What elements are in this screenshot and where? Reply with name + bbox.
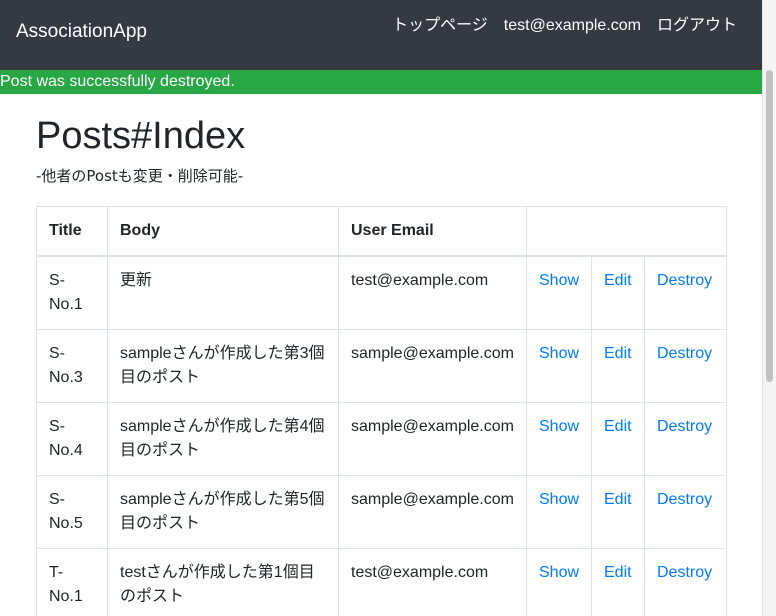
show-link[interactable]: Show: [539, 272, 579, 289]
edit-link[interactable]: Edit: [604, 564, 632, 581]
nav-link-logout[interactable]: ログアウト: [657, 14, 737, 38]
column-header-user-email: User Email: [338, 206, 527, 257]
cell-title: S- No.3: [36, 329, 108, 403]
cell-action-edit: Edit: [591, 475, 645, 549]
show-link[interactable]: Show: [539, 491, 579, 508]
cell-action-destroy: Destroy: [643, 402, 728, 476]
destroy-link[interactable]: Destroy: [657, 272, 712, 289]
cell-title: T- No.1: [36, 548, 108, 616]
edit-link[interactable]: Edit: [604, 272, 632, 289]
edit-link[interactable]: Edit: [604, 418, 632, 435]
nav-link-top-page[interactable]: トップページ: [392, 14, 488, 38]
edit-link[interactable]: Edit: [604, 345, 632, 362]
table-row: S- No.3 sampleさんが作成した第3個目のポスト sample@examp…: [36, 329, 728, 403]
show-link[interactable]: Show: [539, 345, 579, 362]
navbar: AssociationApp トップページ test@example.com ロ…: [0, 0, 762, 70]
destroy-link[interactable]: Destroy: [657, 491, 712, 508]
page-subtitle: -他者のPostも変更・削除可能-: [36, 167, 244, 185]
cell-action-show: Show: [526, 475, 592, 549]
destroy-link[interactable]: Destroy: [657, 418, 712, 435]
table-header-row: Title Body User Email: [36, 206, 728, 257]
destroy-link[interactable]: Destroy: [657, 345, 712, 362]
show-link[interactable]: Show: [539, 418, 579, 435]
cell-action-edit: Edit: [591, 255, 645, 330]
posts-table: Title Body User Email S- No.1 更新 test@exam…: [36, 206, 728, 616]
cell-body: sampleさんが作成した第5個目のポスト: [107, 475, 339, 549]
column-header-title: Title: [36, 206, 108, 257]
cell-body: 更新: [107, 255, 339, 330]
cell-action-destroy: Destroy: [643, 329, 728, 403]
page: AssociationApp トップページ test@example.com ロ…: [0, 0, 776, 616]
cell-action-edit: Edit: [591, 402, 645, 476]
cell-user-email: sample@example.com: [338, 329, 527, 403]
cell-action-edit: Edit: [591, 548, 645, 616]
table-row: S- No.1 更新 test@example.com Show Edit Destroy: [36, 255, 728, 330]
cell-title: S- No.5: [36, 475, 108, 549]
brand-link[interactable]: AssociationApp: [16, 21, 147, 43]
cell-action-show: Show: [526, 329, 592, 403]
cell-action-edit: Edit: [591, 329, 645, 403]
cell-title: S- No.4: [36, 402, 108, 476]
column-header-actions: [525, 206, 728, 257]
cell-action-destroy: Destroy: [643, 475, 728, 549]
cell-action-show: Show: [526, 255, 592, 330]
cell-action-show: Show: [526, 402, 592, 476]
cell-user-email: test@example.com: [338, 548, 527, 616]
cell-title: S- No.1: [36, 255, 108, 330]
cell-body: sampleさんが作成した第4個目のポスト: [107, 402, 339, 476]
cell-body: testさんが作成した第1個目のポスト: [107, 548, 339, 616]
cell-action-show: Show: [526, 548, 592, 616]
scrollbar-thumb[interactable]: [766, 70, 773, 382]
cell-user-email: sample@example.com: [338, 402, 527, 476]
column-header-body: Body: [107, 206, 339, 257]
flash-notice: Post was successfully destroyed.: [0, 70, 762, 94]
table-row: S- No.5 sampleさんが作成した第5個目のポスト sample@examp…: [36, 475, 728, 549]
page-title: Posts#Index: [36, 115, 246, 157]
cell-body: sampleさんが作成した第3個目のポスト: [107, 329, 339, 403]
vertical-scrollbar[interactable]: [762, 0, 776, 616]
nav-link-user-email[interactable]: test@example.com: [504, 14, 641, 38]
table-row: T- No.1 testさんが作成した第1個目のポスト test@example.c…: [36, 548, 728, 616]
destroy-link[interactable]: Destroy: [657, 564, 712, 581]
nav-links: トップページ test@example.com ログアウト: [392, 14, 737, 38]
cell-action-destroy: Destroy: [643, 255, 728, 330]
cell-user-email: test@example.com: [338, 255, 527, 330]
cell-action-destroy: Destroy: [643, 548, 728, 616]
main-content: Posts#Index -他者のPostも変更・削除可能- Title Body…: [36, 94, 728, 616]
table-row: S- No.4 sampleさんが作成した第4個目のポスト sample@examp…: [36, 402, 728, 476]
cell-user-email: sample@example.com: [338, 475, 527, 549]
show-link[interactable]: Show: [539, 564, 579, 581]
edit-link[interactable]: Edit: [604, 491, 632, 508]
